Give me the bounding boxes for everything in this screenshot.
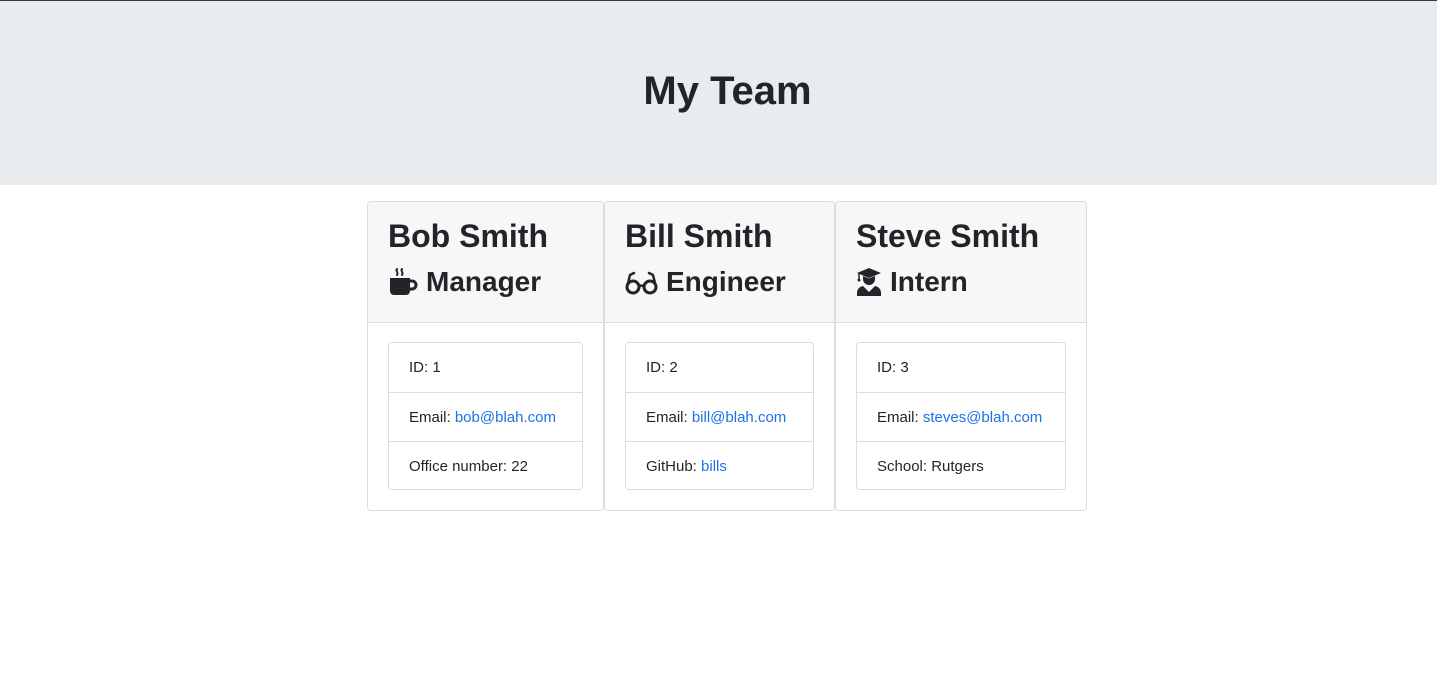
role-label: Intern <box>890 266 968 297</box>
details-list: ID: 2 Email: bill@blah.com GitHub: bills <box>625 342 814 490</box>
email-label: Email: <box>877 409 923 426</box>
id-value: 3 <box>900 359 909 376</box>
office-number-value: 22 <box>511 458 528 475</box>
details-list: ID: 3 Email: steves@blah.com School: Rut… <box>856 342 1066 490</box>
employee-role: Manager <box>388 264 541 300</box>
id-value: 1 <box>432 359 441 376</box>
github-label: GitHub: <box>646 458 702 475</box>
page-header: My Team <box>0 0 1437 185</box>
email-link[interactable]: bill@blah.com <box>692 409 786 426</box>
list-item-email: Email: bill@blah.com <box>626 392 813 441</box>
list-item-github: GitHub: bills <box>626 441 813 490</box>
list-item-school: School: Rutgers <box>857 441 1065 490</box>
employee-card-intern: Steve Smith Intern ID: 3 Email: steves@b… <box>835 201 1087 511</box>
list-item-id: ID: 2 <box>626 343 813 392</box>
glasses-icon <box>625 267 658 297</box>
github-link[interactable]: bills <box>701 458 727 475</box>
list-item-email: Email: bob@blah.com <box>389 392 582 441</box>
card-header: Steve Smith Intern <box>836 202 1086 323</box>
list-item-id: ID: 1 <box>389 343 582 392</box>
details-list: ID: 1 Email: bob@blah.com Office number:… <box>388 342 583 490</box>
id-label: ID: <box>877 359 901 376</box>
list-item-office-number: Office number: 22 <box>389 441 582 490</box>
role-label: Engineer <box>666 266 786 297</box>
card-header: Bill Smith Engineer <box>605 202 834 323</box>
role-label: Manager <box>426 266 542 297</box>
mug-icon <box>388 267 418 297</box>
list-item-id: ID: 3 <box>857 343 1065 392</box>
email-label: Email: <box>646 409 692 426</box>
id-label: ID: <box>646 359 670 376</box>
school-label: School: <box>877 458 932 475</box>
office-number-label: Office number: <box>409 458 512 475</box>
page-title: My Team <box>643 69 812 113</box>
email-link[interactable]: steves@blah.com <box>923 409 1042 426</box>
employee-name: Bob Smith <box>388 218 548 254</box>
user-graduate-icon <box>856 267 882 297</box>
list-item-email: Email: steves@blah.com <box>857 392 1065 441</box>
card-header: Bob Smith Manager <box>368 202 603 323</box>
employee-name: Steve Smith <box>856 218 1040 254</box>
employee-name: Bill Smith <box>625 218 773 254</box>
employee-role: Engineer <box>625 264 786 300</box>
id-value: 2 <box>669 359 678 376</box>
employee-role: Intern <box>856 264 968 300</box>
employee-card-manager: Bob Smith Manager ID: 1 Email: bob@blah.… <box>367 201 604 511</box>
school-value: Rutgers <box>931 458 984 475</box>
employee-card-engineer: Bill Smith Engineer ID: 2 Email: bill@bl… <box>604 201 835 511</box>
email-label: Email: <box>409 409 455 426</box>
id-label: ID: <box>409 359 433 376</box>
email-link[interactable]: bob@blah.com <box>455 409 556 426</box>
